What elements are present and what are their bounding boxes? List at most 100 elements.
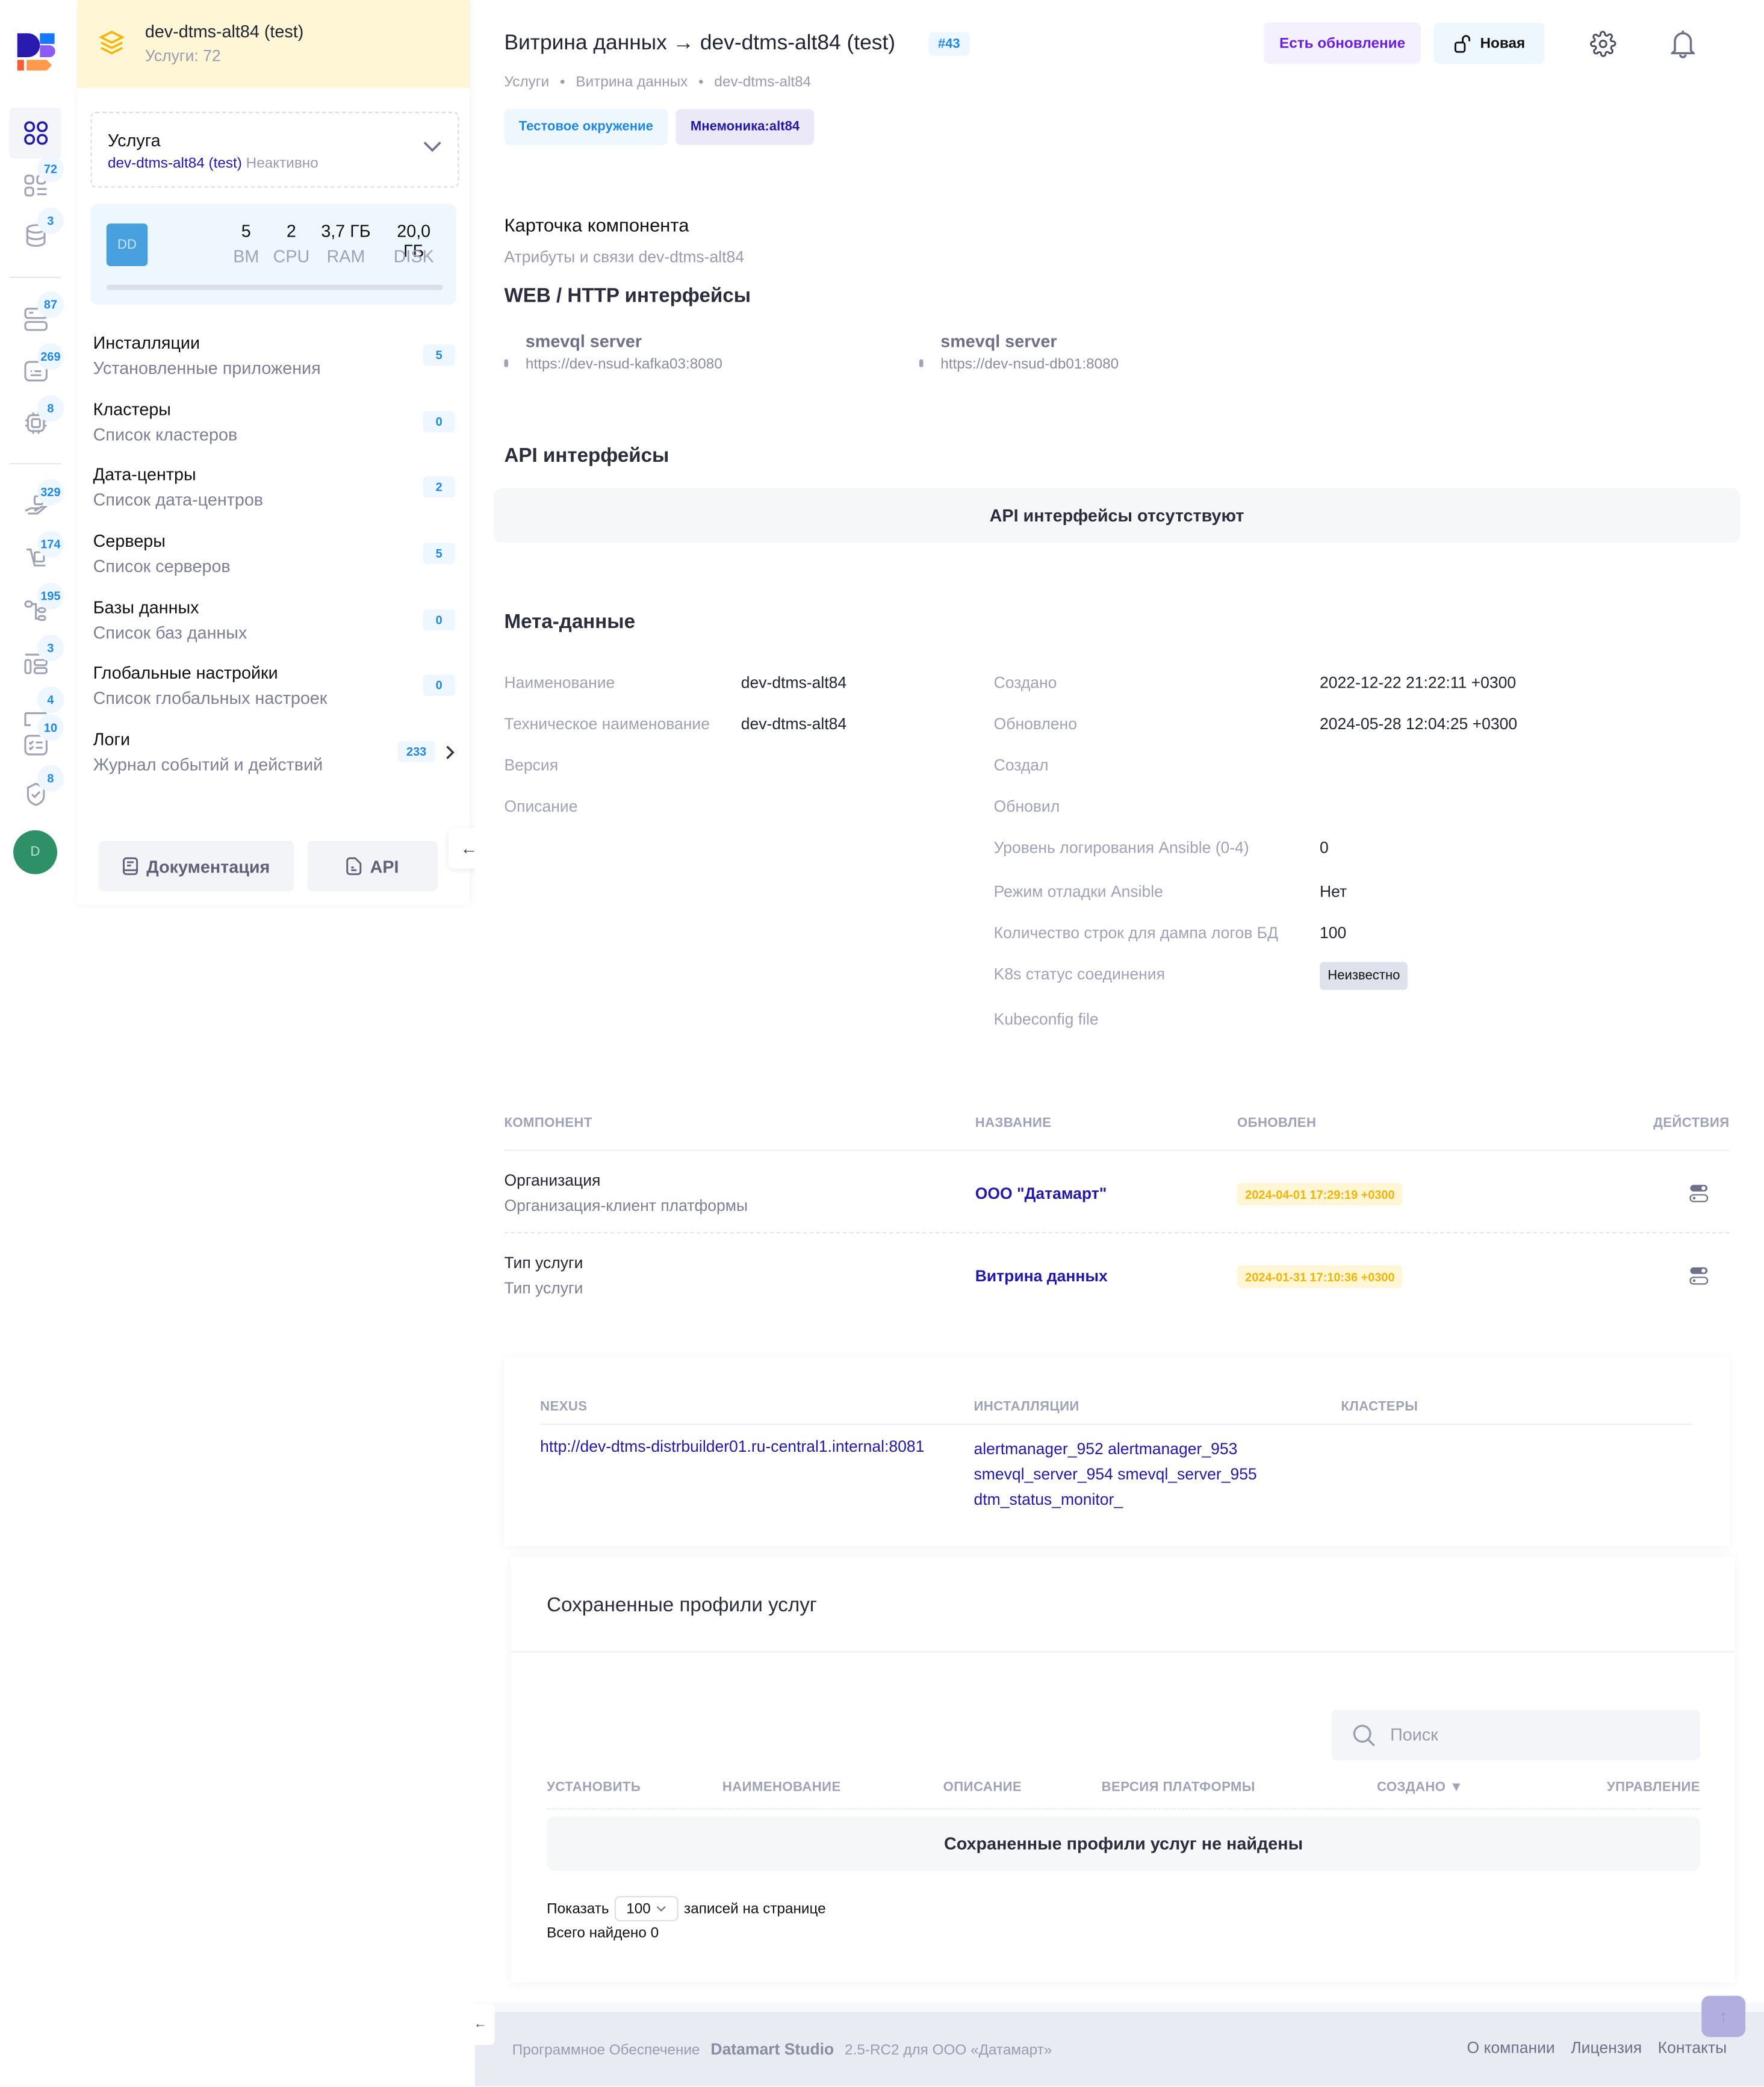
nav-item-servers[interactable]: Серверы Список серверов 5	[93, 531, 455, 589]
column-header-sorted[interactable]: СОЗДАНО ▼	[1377, 1781, 1463, 1795]
status-label: Новая	[1480, 35, 1526, 52]
row-link[interactable]: Витрина данных	[975, 1267, 1108, 1286]
nav-item-clusters[interactable]: Кластеры Список кластеров 0	[93, 399, 455, 458]
meta-value: 2022-12-22 21:22:11 +0300	[1320, 673, 1517, 692]
stat-disk-label: DISK	[393, 246, 434, 266]
footer-link-about[interactable]: О компании	[1467, 2038, 1555, 2057]
saved-profiles-card: Сохраненные профили услуг Поиск УСТАНОВИ…	[511, 1557, 1735, 1983]
gear-icon[interactable]	[1589, 31, 1616, 57]
column-header[interactable]: ВЕРСИЯ ПЛАТФОРМЫ	[1102, 1781, 1255, 1795]
toggle-icon[interactable]	[1689, 1267, 1709, 1286]
meta-label: K8s статус соединения	[993, 965, 1165, 983]
service-side-panel: dev-dtms-alt84 (test) Услуги: 72 Услуга …	[77, 0, 470, 905]
meta-label: Версия	[504, 756, 559, 775]
column-header: УПРАВЛЕНИЕ	[1606, 1780, 1700, 1795]
nav-subtitle: Список глобальных настроек	[93, 688, 328, 708]
nav-item-installations[interactable]: Инсталляции Установленные приложения 5	[93, 332, 455, 391]
api-button[interactable]: API	[307, 841, 438, 892]
panel-header: dev-dtms-alt84 (test) Услуги: 72	[77, 0, 470, 88]
nav-subtitle: Журнал событий и действий	[93, 754, 323, 775]
installations-list: alertmanager_952 alertmanager_953 smevql…	[974, 1437, 1293, 1513]
api-empty-state: API интерфейсы отсутствуют	[493, 488, 1741, 543]
stat-ram-label: RAM	[326, 246, 365, 266]
footer-version: 2.5-RC2 для ООО «Датамарт»	[845, 2042, 1052, 2059]
service-select-label: Услуга	[107, 130, 161, 151]
bell-icon[interactable]	[1671, 30, 1695, 59]
panel-title: dev-dtms-alt84 (test)	[144, 21, 304, 42]
footer-product: Datamart Studio	[710, 2039, 834, 2059]
installation-link[interactable]: alertmanager_952	[974, 1440, 1104, 1458]
nav-subtitle: Список серверов	[93, 556, 231, 576]
expand-panel-button[interactable]: ←	[473, 2003, 495, 2045]
breadcrumb-item[interactable]: Витрина данных	[576, 75, 688, 91]
installation-link[interactable]: smevql_server_955	[1117, 1465, 1256, 1484]
documentation-button[interactable]: Документация	[98, 841, 294, 892]
column-header: КЛАСТЕРЫ	[1341, 1399, 1418, 1414]
api-interfaces-title: API интерфейсы	[504, 444, 669, 467]
page-title: Витрина данных → dev-dtms-alt84 (test)	[504, 32, 896, 55]
web-interface-item[interactable]: smevql server https://dev-nsud-kafka03:8…	[504, 331, 903, 379]
rail-item-dashboard[interactable]	[9, 107, 61, 158]
row-description: Тип услуги	[504, 1278, 583, 1298]
installation-link[interactable]: alertmanager_953	[1108, 1440, 1237, 1458]
nav-count-badge: 233	[397, 741, 435, 763]
meta-label: Описание	[504, 797, 578, 816]
user-avatar[interactable]: D	[13, 830, 58, 874]
service-select[interactable]: Услуга dev-dtms-alt84 (test) Неактивно	[90, 111, 459, 188]
nexus-link[interactable]: http://dev-dtms-distrbuilder01.ru-centra…	[540, 1437, 924, 1455]
breadcrumb-item[interactable]: Услуги	[504, 75, 549, 91]
rail-badge: 195	[37, 582, 64, 610]
meta-value: dev-dtms-alt84	[741, 714, 847, 733]
grid-icon	[23, 121, 48, 145]
column-header: КОМПОНЕНТ	[504, 1116, 592, 1131]
icon-rail: 72 3 87 269 8 329 174 195 3 4 10 8 D	[0, 0, 79, 905]
column-header[interactable]: НАИМЕНОВАНИЕ	[722, 1781, 841, 1795]
service-select-value: dev-dtms-alt84 (test)	[107, 155, 242, 172]
nav-item-datacenters[interactable]: Дата-центры Список дата-центров 2	[93, 464, 455, 523]
web-interfaces-title: WEB / HTTP интерфейсы	[504, 284, 751, 308]
arrow-left-icon: ←	[473, 2017, 487, 2032]
web-interface-item[interactable]: smevql server https://dev-nsud-db01:8080	[919, 331, 1318, 379]
toggle-icon[interactable]	[1689, 1184, 1709, 1203]
footer-links: О компании Лицензия Контакты	[1467, 2038, 1727, 2057]
web-interface-url[interactable]: https://dev-nsud-kafka03:8080	[526, 356, 722, 373]
nav-item-databases[interactable]: Базы данных Список баз данных 0	[93, 597, 455, 656]
chevron-down-icon	[657, 1906, 666, 1912]
rail-badge: 174	[37, 530, 64, 558]
service-avatar: DD	[106, 223, 148, 266]
footer-link-contacts[interactable]: Контакты	[1658, 2038, 1727, 2057]
profiles-empty-state: Сохраненные профили услуг не найдены	[547, 1816, 1700, 1871]
logo[interactable]	[16, 32, 56, 72]
bullet	[504, 359, 509, 367]
nav-title: Серверы	[93, 530, 166, 551]
layers-icon	[98, 31, 125, 55]
row-link[interactable]: ООО "Датамарт"	[975, 1184, 1107, 1203]
divider	[540, 1423, 1692, 1425]
nav-title: Логи	[93, 729, 131, 750]
web-interface-url[interactable]: https://dev-nsud-db01:8080	[940, 356, 1119, 373]
column-header[interactable]: ОПИСАНИЕ	[943, 1781, 1022, 1795]
footer-link-license[interactable]: Лицензия	[1571, 2038, 1642, 2057]
column-header: ИНСТАЛЛЯЦИИ	[974, 1399, 1079, 1414]
rail-badge: 3	[37, 207, 64, 234]
nav-count-badge: 5	[423, 543, 455, 564]
search-placeholder: Поиск	[1390, 1724, 1438, 1744]
search-input[interactable]: Поиск	[1331, 1709, 1700, 1761]
stat-ram-value: 3,7 ГБ	[321, 220, 371, 241]
nav-item-global-settings[interactable]: Глобальные настройки Список глобальных н…	[93, 662, 455, 721]
status-button[interactable]: Новая	[1434, 22, 1545, 64]
nav-subtitle: Список кластеров	[93, 424, 238, 445]
update-available-button[interactable]: Есть обновление	[1264, 22, 1421, 64]
nav-item-logs[interactable]: Логи Журнал событий и действий 233	[93, 729, 455, 788]
resources-card: DD 5 ВМ 2 CPU 3,7 ГБ RAM 20,0 ГБ DISK	[90, 204, 456, 305]
nav-subtitle: Список баз данных	[93, 623, 247, 643]
footer-prefix: Программное Обеспечение	[512, 2042, 700, 2059]
installation-link[interactable]: smevql_server_954	[974, 1465, 1113, 1484]
row-component: Тип услуги	[504, 1253, 583, 1272]
page-size-select[interactable]: 100	[614, 1896, 679, 1921]
scroll-to-top-button[interactable]: ↑	[1701, 1995, 1746, 2038]
page-size-value: 100	[626, 1900, 651, 1917]
panel-subtitle: Услуги: 72	[144, 46, 221, 66]
metadata-title: Мета-данные	[504, 611, 636, 633]
installation-link[interactable]: dtm_status_monitor_	[974, 1490, 1123, 1509]
